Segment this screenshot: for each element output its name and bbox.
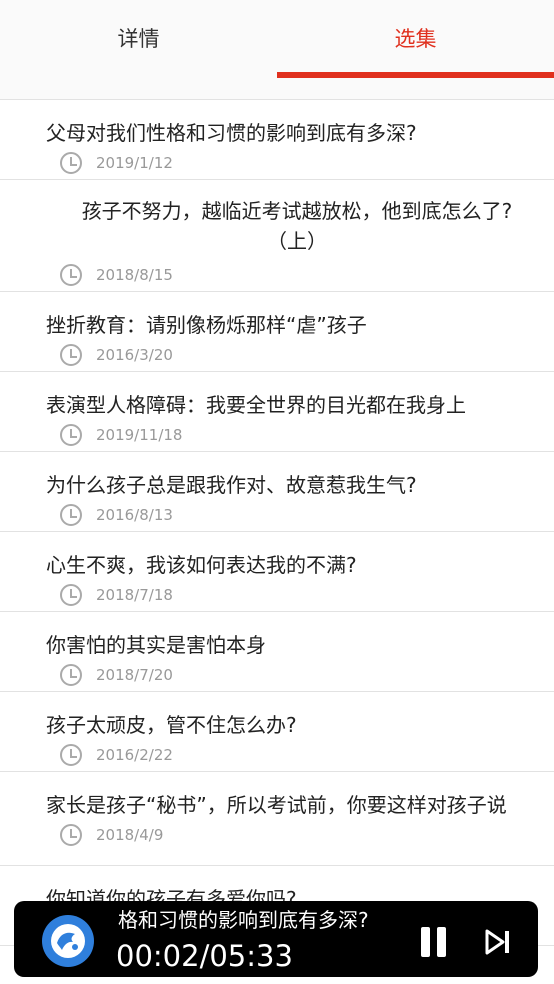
skip-next-icon[interactable] [484, 928, 512, 956]
list-item[interactable]: 心生不爽，我该如何表达我的不满? 2018/7/18 [0, 532, 554, 612]
list-item[interactable]: 父母对我们性格和习惯的影响到底有多深? 2019/1/12 [0, 100, 554, 180]
clock-icon [60, 264, 82, 286]
episode-title: 孩子太顽皮，管不住怎么办? [46, 713, 297, 737]
episode-meta: 2018/7/20 [60, 662, 173, 688]
episode-meta: 2018/4/9 [60, 822, 163, 848]
logo-icon [51, 924, 85, 958]
episode-title: 家长是孩子“秘书”，所以考试前，你要这样对孩子说 [46, 793, 507, 817]
episode-meta: 2016/3/20 [60, 342, 173, 368]
episode-date: 2016/8/13 [96, 506, 173, 524]
episode-meta: 2019/11/18 [60, 422, 182, 448]
clock-icon [60, 744, 82, 766]
clock-icon [60, 424, 82, 446]
clock-icon [60, 664, 82, 686]
list-item[interactable]: 为什么孩子总是跟我作对、故意惹我生气? 2016/8/13 [0, 452, 554, 532]
episode-meta: 2019/1/12 [60, 150, 173, 176]
episode-meta: 2018/8/15 [60, 262, 173, 288]
mini-player[interactable]: 格和习惯的影响到底有多深? 00:02/05:33 [14, 901, 538, 977]
list-item[interactable]: 表演型人格障碍：我要全世界的目光都在我身上 2019/11/18 [0, 372, 554, 452]
tab-details[interactable]: 详情 [0, 0, 277, 78]
clock-icon [60, 504, 82, 526]
episode-meta: 2018/7/18 [60, 582, 173, 608]
episode-title: 你害怕的其实是害怕本身 [46, 633, 266, 657]
list-item[interactable]: 挫折教育：请别像杨烁那样“虐”孩子 2016/3/20 [0, 292, 554, 372]
episode-title: 表演型人格障碍：我要全世界的目光都在我身上 [46, 393, 466, 417]
episode-title: 孩子不努力，越临近考试越放松，他到底怎么了?（上） [81, 199, 513, 253]
episode-meta: 2016/2/22 [60, 742, 173, 768]
tab-episodes[interactable]: 选集 [277, 0, 554, 78]
list-item[interactable]: 孩子太顽皮，管不住怎么办? 2016/2/22 [0, 692, 554, 772]
playback-time: 00:02/05:33 [116, 939, 293, 973]
now-playing-title: 格和习惯的影响到底有多深? [118, 908, 369, 932]
episode-date: 2018/8/15 [96, 266, 173, 284]
episode-title: 为什么孩子总是跟我作对、故意惹我生气? [46, 473, 417, 497]
clock-icon [60, 152, 82, 174]
episode-date: 2016/2/22 [96, 746, 173, 764]
episode-date: 2018/7/20 [96, 666, 173, 684]
tab-episodes-label: 选集 [394, 27, 437, 51]
clock-icon [60, 584, 82, 606]
list-item[interactable]: 你害怕的其实是害怕本身 2018/7/20 [0, 612, 554, 692]
clock-icon [60, 344, 82, 366]
episode-date: 2019/1/12 [96, 154, 173, 172]
episode-title: 心生不爽，我该如何表达我的不满? [46, 553, 357, 577]
episode-title: 父母对我们性格和习惯的影响到底有多深? [46, 121, 417, 145]
episode-date: 2016/3/20 [96, 346, 173, 364]
episode-meta: 2016/8/13 [60, 502, 173, 528]
list-top-spacer [0, 78, 554, 100]
list-item[interactable]: 家长是孩子“秘书”，所以考试前，你要这样对孩子说 2018/4/9 [0, 772, 554, 866]
episode-list[interactable]: 父母对我们性格和习惯的影响到底有多深? 2019/1/12 孩子不努力，越临近考… [0, 78, 554, 984]
tab-bar: 详情 选集 [0, 0, 554, 79]
episode-date: 2018/4/9 [96, 826, 164, 844]
clock-icon [60, 824, 82, 846]
episode-title: 挫折教育：请别像杨烁那样“虐”孩子 [46, 313, 367, 337]
album-cover[interactable] [42, 915, 94, 967]
pause-icon-bar [437, 927, 446, 957]
list-item[interactable]: 孩子不努力，越临近考试越放松，他到底怎么了?（上） 2018/8/15 [0, 180, 554, 292]
pause-icon [421, 927, 430, 957]
tab-details-label: 详情 [117, 27, 160, 51]
episode-date: 2019/11/18 [96, 426, 183, 444]
episode-date: 2018/7/18 [96, 586, 173, 604]
pause-button[interactable] [418, 927, 450, 957]
